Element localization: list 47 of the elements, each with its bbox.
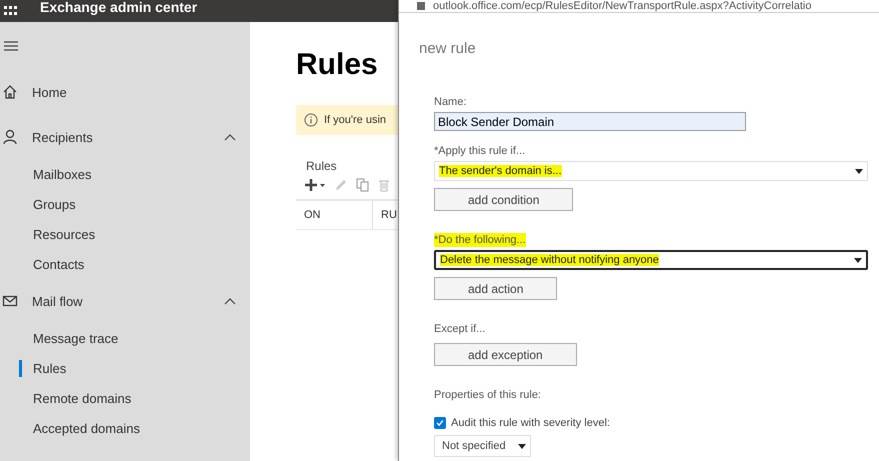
dropdown[interactable]: Delete the message without notifying anyone <box>434 250 868 270</box>
dropdown[interactable]: The sender's domain is... <box>434 161 868 181</box>
add-button[interactable]: add action <box>434 277 558 300</box>
caret-icon <box>518 444 526 448</box>
column-header[interactable]: ON <box>296 201 373 229</box>
checkbox-label: Audit this rule with severity level: <box>451 417 610 429</box>
nav-item[interactable]: Groups <box>0 189 250 219</box>
nav-item[interactable]: Rules <box>0 353 250 383</box>
chevron-icon <box>224 297 236 305</box>
nav-item[interactable]: Message trace <box>0 323 250 353</box>
add-icon[interactable] <box>304 178 326 192</box>
checkbox[interactable] <box>434 417 446 429</box>
section-title: Rules <box>306 159 337 173</box>
severity-dropdown[interactable]: Not specified <box>434 435 531 457</box>
page-icon <box>417 2 425 10</box>
name-field[interactable]: Block Sender Domain <box>434 112 746 131</box>
add-button[interactable]: add condition <box>434 188 574 211</box>
field-label: *Do the following... <box>434 233 526 247</box>
dialog-title: new rule <box>419 40 476 58</box>
nav-item[interactable]: Remote domains <box>0 383 250 413</box>
section-label: Properties of this rule: <box>434 388 541 402</box>
menu-icon[interactable] <box>4 40 18 52</box>
app-launcher-icon[interactable] <box>4 6 18 16</box>
info-icon <box>304 113 318 127</box>
mail-icon <box>2 293 18 309</box>
nav-group[interactable]: Home <box>0 77 250 107</box>
notice-text: If you're usin <box>324 114 386 126</box>
field-label: Except if... <box>434 322 486 336</box>
home-icon <box>2 84 18 100</box>
nav-group[interactable]: Mail flow <box>0 286 250 316</box>
caret-icon <box>855 168 863 174</box>
add-button[interactable]: add exception <box>434 343 577 366</box>
page-heading: Rules <box>296 47 378 83</box>
nav-item[interactable]: Resources <box>0 219 250 249</box>
nav-group[interactable]: Recipients <box>0 122 250 152</box>
field-label: Name: <box>434 95 466 109</box>
nav-item[interactable]: Accepted domains <box>0 413 250 443</box>
field-label: *Apply this rule if... <box>434 144 526 158</box>
copy-icon[interactable] <box>356 178 370 192</box>
app-title: Exchange admin center <box>40 0 198 14</box>
person-icon <box>2 129 18 145</box>
caret-icon <box>854 258 862 262</box>
chevron-icon <box>224 133 236 141</box>
url-text: outlook.office.com/ecp/RulesEditor/NewTransportRule.aspx?ActivityCorrelatio <box>433 1 812 12</box>
column-header[interactable]: RU <box>373 201 397 229</box>
nav-item[interactable]: Contacts <box>0 249 250 279</box>
nav-item[interactable]: Mailboxes <box>0 159 250 189</box>
